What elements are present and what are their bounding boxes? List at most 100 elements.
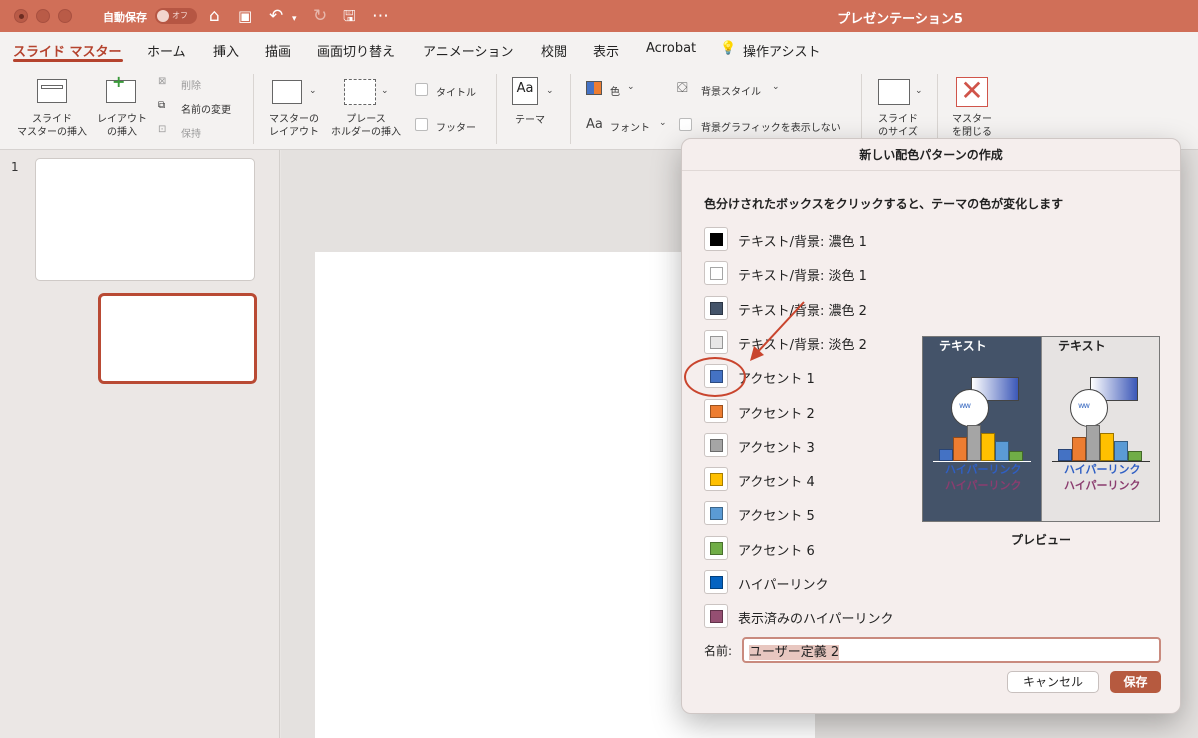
tab-acrobat[interactable]: Acrobat <box>646 41 696 56</box>
ribbon-separator <box>496 74 497 144</box>
undo-dropdown-chevron-icon[interactable]: ▾ <box>292 9 297 29</box>
dialog-title: 新しい配色パターンの作成 <box>682 139 1180 171</box>
preview-bars <box>939 425 1029 461</box>
preview-text-label: テキスト <box>939 339 987 353</box>
color-fill <box>710 301 723 315</box>
color-swatch-button[interactable] <box>704 329 728 354</box>
tab-transitions[interactable]: 画面切り替え <box>317 41 395 60</box>
scheme-name-input[interactable]: ユーザー定義 2 <box>742 637 1161 663</box>
tab-home[interactable]: ホーム <box>147 41 186 60</box>
chevron-down-icon: ⌄ <box>309 86 317 96</box>
color-fill <box>710 335 723 349</box>
window-minimize-button[interactable] <box>36 9 50 23</box>
color-label: アクセント 5 <box>738 509 815 525</box>
preview-bar <box>1009 451 1023 461</box>
preview-bar <box>981 433 995 461</box>
window-maximize-button[interactable] <box>58 9 72 23</box>
color-swatch-button[interactable] <box>704 261 728 286</box>
color-swatch-button[interactable] <box>704 467 728 492</box>
preview-circle <box>1070 389 1108 427</box>
document-title: プレゼンテーション5 <box>837 12 963 27</box>
preview-bar <box>1058 449 1072 461</box>
home-icon[interactable]: ⌂ <box>209 6 220 26</box>
color-row: アクセント 5 <box>704 501 944 527</box>
slide-master-icon <box>37 79 67 103</box>
tab-draw[interactable]: 描画 <box>265 41 291 60</box>
undo-icon[interactable]: ↶ <box>269 6 283 26</box>
slide-number: 1 <box>11 160 19 174</box>
tab-review[interactable]: 校閲 <box>541 41 567 60</box>
color-label: 表示済みのハイパーリンク <box>738 612 894 628</box>
fonts-icon: Aa <box>586 117 603 132</box>
annotation-circle <box>684 357 746 397</box>
preview-bar <box>1114 441 1128 461</box>
color-row: アクセント 6 <box>704 535 944 562</box>
color-swatch-button[interactable] <box>704 227 728 251</box>
color-swatch-button[interactable] <box>704 570 728 594</box>
save-button[interactable]: 保存 <box>1110 671 1161 693</box>
title-bar: 自動保存 オフ ⌂ ▣ ↶ ▾ ↻ 🖫 ⋯ プレゼンテーション5 <box>0 0 1198 32</box>
master-layout-label: マスターの レイアウト <box>269 114 319 138</box>
colors-icon <box>586 81 602 95</box>
preview-hyperlink: ハイパーリンク <box>945 463 1022 476</box>
color-label: アクセント 3 <box>738 440 815 456</box>
name-label: 名前: <box>704 644 733 658</box>
preserve-button[interactable]: 保持 <box>181 125 201 140</box>
color-swatch-button[interactable] <box>704 501 728 526</box>
color-fill <box>710 473 723 487</box>
tab-animations[interactable]: アニメーション <box>423 41 513 60</box>
preview-bar <box>1128 451 1142 461</box>
rename-icon: ⧉ <box>158 100 166 111</box>
master-layout-icon <box>272 80 302 104</box>
slide-size-icon <box>878 79 910 105</box>
save-icon[interactable]: ▣ <box>238 6 252 26</box>
preview-bar <box>1086 425 1100 461</box>
preview-bar <box>1072 437 1086 461</box>
color-swatch-button[interactable] <box>704 398 728 423</box>
rename-button[interactable]: 名前の変更 <box>181 101 231 116</box>
preview-light: テキスト ハイパーリンク ハイパーリンク <box>1041 337 1159 521</box>
scheme-name-value: ユーザー定義 2 <box>749 645 840 660</box>
colors-label: 色 <box>610 87 620 98</box>
color-preview: テキスト ハイパーリンク ハイパーリンク テキスト <box>922 336 1160 522</box>
slide-master-icon-bar <box>41 85 63 89</box>
chevron-down-icon: ⌄ <box>546 86 554 96</box>
ribbon-separator <box>861 74 862 144</box>
color-row: ハイパーリンク <box>704 570 944 596</box>
preview-bars <box>1058 425 1148 461</box>
layout-thumbnail-selected[interactable] <box>98 293 257 384</box>
chevron-down-icon: ⌄ <box>381 86 389 96</box>
autosave-label: 自動保存 <box>103 11 147 24</box>
color-fill <box>710 267 723 281</box>
plus-icon: + <box>112 72 126 91</box>
autosave-toggle[interactable]: オフ <box>155 8 197 24</box>
cancel-button[interactable]: キャンセル <box>1007 671 1099 693</box>
color-swatch-button[interactable] <box>704 432 728 457</box>
chevron-down-icon: ⌄ <box>915 86 923 96</box>
color-fill <box>710 541 723 555</box>
window-close-button[interactable] <box>14 9 28 23</box>
delete-button[interactable]: 削除 <box>181 77 201 92</box>
theme-icon: Aa <box>512 77 538 105</box>
preview-bar <box>939 449 953 461</box>
paint-bucket-icon: ⛋ <box>677 80 688 96</box>
color-swatch-button[interactable] <box>704 535 728 560</box>
toggle-knob <box>157 10 169 22</box>
tab-slide-master[interactable]: スライド マスター <box>13 41 122 60</box>
tab-view[interactable]: 表示 <box>593 41 619 60</box>
more-icon[interactable]: ⋯ <box>372 6 389 26</box>
slide-master-thumbnail[interactable] <box>35 158 255 281</box>
color-swatch-button[interactable] <box>704 604 728 629</box>
tab-tell-me[interactable]: 操作アシスト <box>743 41 820 60</box>
color-swatch-button[interactable] <box>704 295 728 320</box>
tab-insert[interactable]: 挿入 <box>213 41 239 60</box>
color-label: アクセント 2 <box>738 406 815 422</box>
color-label: アクセント 1 <box>738 372 815 388</box>
save-as-icon[interactable]: 🖫 <box>343 6 356 26</box>
hide-background-graphics-checkbox[interactable] <box>679 118 692 131</box>
annotation-arrow-icon <box>750 301 805 361</box>
delete-icon: ⊠ <box>158 76 167 87</box>
footer-checkbox[interactable] <box>415 118 428 131</box>
redo-icon[interactable]: ↻ <box>313 6 327 26</box>
title-checkbox[interactable] <box>415 83 428 96</box>
